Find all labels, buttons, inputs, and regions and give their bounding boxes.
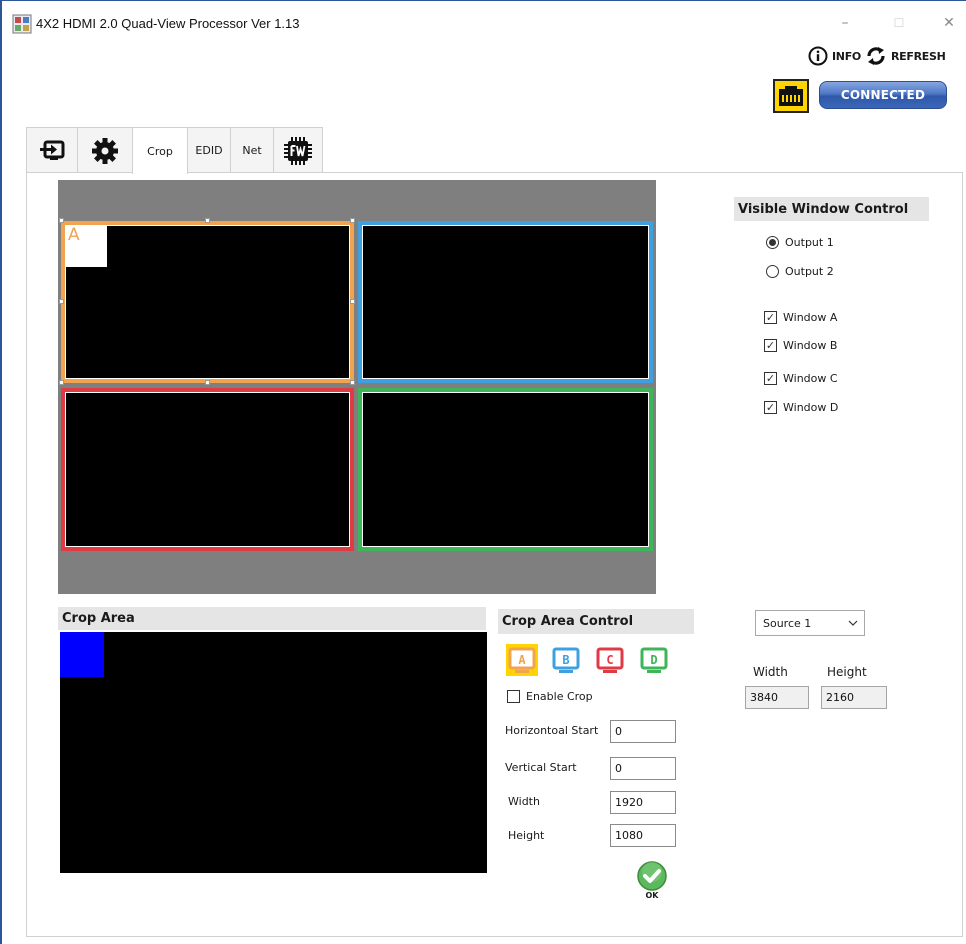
preview-window-b[interactable]: [358, 221, 653, 383]
tab-net[interactable]: Net: [230, 127, 274, 173]
crop-height-label: Height: [508, 829, 545, 842]
checkbox-box[interactable]: ✓: [764, 372, 777, 385]
maximize-button[interactable]: ☐: [886, 12, 912, 34]
source-width-label: Width: [753, 665, 788, 679]
window-b-check-label: Window B: [783, 339, 838, 352]
crop-area-canvas: [60, 632, 487, 873]
tab-bar: Crop EDID Net: [26, 127, 323, 174]
ok-label[interactable]: OK: [636, 891, 668, 900]
window-title: 4X2 HDMI 2.0 Quad-View Processor Ver 1.1…: [36, 16, 300, 31]
connection-status-button[interactable]: CONNECTED: [819, 81, 947, 109]
svg-text:B: B: [562, 653, 569, 667]
info-label[interactable]: INFO: [832, 50, 861, 63]
source-height-field: [821, 686, 887, 709]
tab-edid[interactable]: EDID: [187, 127, 231, 173]
vertical-start-input[interactable]: [610, 757, 676, 780]
checkbox-box[interactable]: ✓: [764, 311, 777, 324]
fw-chip-icon: [284, 136, 312, 165]
tab-crop[interactable]: Crop: [132, 127, 188, 174]
app-icon: [12, 14, 32, 34]
source-select[interactable]: Source 1: [755, 610, 865, 636]
svg-text:A: A: [518, 653, 526, 667]
ok-check-icon[interactable]: [636, 860, 668, 892]
enable-crop-checkbox[interactable]: Enable Crop: [507, 690, 593, 703]
resize-handle[interactable]: [350, 380, 355, 385]
chevron-down-icon: [848, 620, 858, 626]
output-2-radio[interactable]: Output 2: [766, 265, 834, 278]
resize-handle[interactable]: [350, 299, 355, 304]
resize-handle[interactable]: [350, 218, 355, 223]
tab-input[interactable]: [26, 127, 78, 173]
window-border-left: [0, 0, 2, 944]
gear-icon: [92, 137, 118, 164]
tab-firmware[interactable]: [273, 127, 323, 173]
preview-window-d[interactable]: [358, 388, 653, 551]
window-a-label: A: [65, 225, 107, 267]
info-icon[interactable]: [808, 46, 828, 66]
source-b-button-icon[interactable]: B: [550, 644, 582, 676]
resize-handle[interactable]: [59, 380, 64, 385]
window-a-check-label: Window A: [783, 311, 838, 324]
refresh-icon[interactable]: [865, 45, 887, 67]
crop-width-input[interactable]: [610, 791, 676, 814]
window-d-checkbox[interactable]: ✓ Window D: [764, 401, 838, 414]
svg-text:C: C: [606, 653, 613, 667]
resize-handle[interactable]: [59, 299, 64, 304]
source-d-button-icon[interactable]: D: [638, 644, 670, 676]
header-actions: INFO REFRESH: [808, 44, 946, 68]
checkbox-box[interactable]: [507, 690, 520, 703]
window-d-check-label: Window D: [783, 401, 839, 414]
network-port-icon: [773, 79, 809, 113]
close-button[interactable]: ✕: [936, 12, 962, 34]
crop-area-header: Crop Area: [58, 607, 486, 630]
tab-settings[interactable]: [77, 127, 133, 173]
window-c-checkbox[interactable]: ✓ Window C: [764, 372, 838, 385]
resize-handle[interactable]: [59, 218, 64, 223]
vertical-start-label: Vertical Start: [505, 761, 577, 774]
resize-handle[interactable]: [205, 380, 210, 385]
crop-height-input[interactable]: [610, 824, 676, 847]
window-c-check-label: Window C: [783, 372, 838, 385]
source-width-field: [745, 686, 809, 709]
output-2-label: Output 2: [785, 265, 834, 278]
refresh-label[interactable]: REFRESH: [891, 50, 946, 63]
output-1-label: Output 1: [785, 236, 834, 249]
source-select-value: Source 1: [763, 616, 812, 630]
preview-window-c[interactable]: [61, 388, 354, 551]
radio-indicator[interactable]: [766, 236, 779, 249]
resize-handle[interactable]: [205, 218, 210, 223]
radio-indicator[interactable]: [766, 265, 779, 278]
source-c-button-icon[interactable]: C: [594, 644, 626, 676]
horizontal-start-input[interactable]: [610, 720, 676, 743]
output-1-radio[interactable]: Output 1: [766, 236, 834, 249]
input-switch-icon: [40, 140, 65, 160]
window-b-checkbox[interactable]: ✓ Window B: [764, 339, 837, 352]
source-height-label: Height: [827, 665, 867, 679]
enable-crop-label: Enable Crop: [526, 690, 593, 703]
svg-text:D: D: [650, 653, 657, 667]
crop-area-control-header: Crop Area Control: [498, 609, 694, 634]
crop-selection-box[interactable]: [60, 632, 104, 677]
horizontal-start-label: Horizontoal Start: [505, 724, 599, 737]
checkbox-box[interactable]: ✓: [764, 401, 777, 414]
window-a-checkbox[interactable]: ✓ Window A: [764, 311, 837, 324]
visible-window-control-header: Visible Window Control: [734, 197, 929, 221]
source-a-button-icon[interactable]: A: [506, 644, 538, 676]
checkbox-box[interactable]: ✓: [764, 339, 777, 352]
title-bar: 4X2 HDMI 2.0 Quad-View Processor Ver 1.1…: [2, 0, 966, 44]
crop-width-label: Width: [508, 795, 540, 808]
minimize-button[interactable]: –: [832, 12, 858, 34]
